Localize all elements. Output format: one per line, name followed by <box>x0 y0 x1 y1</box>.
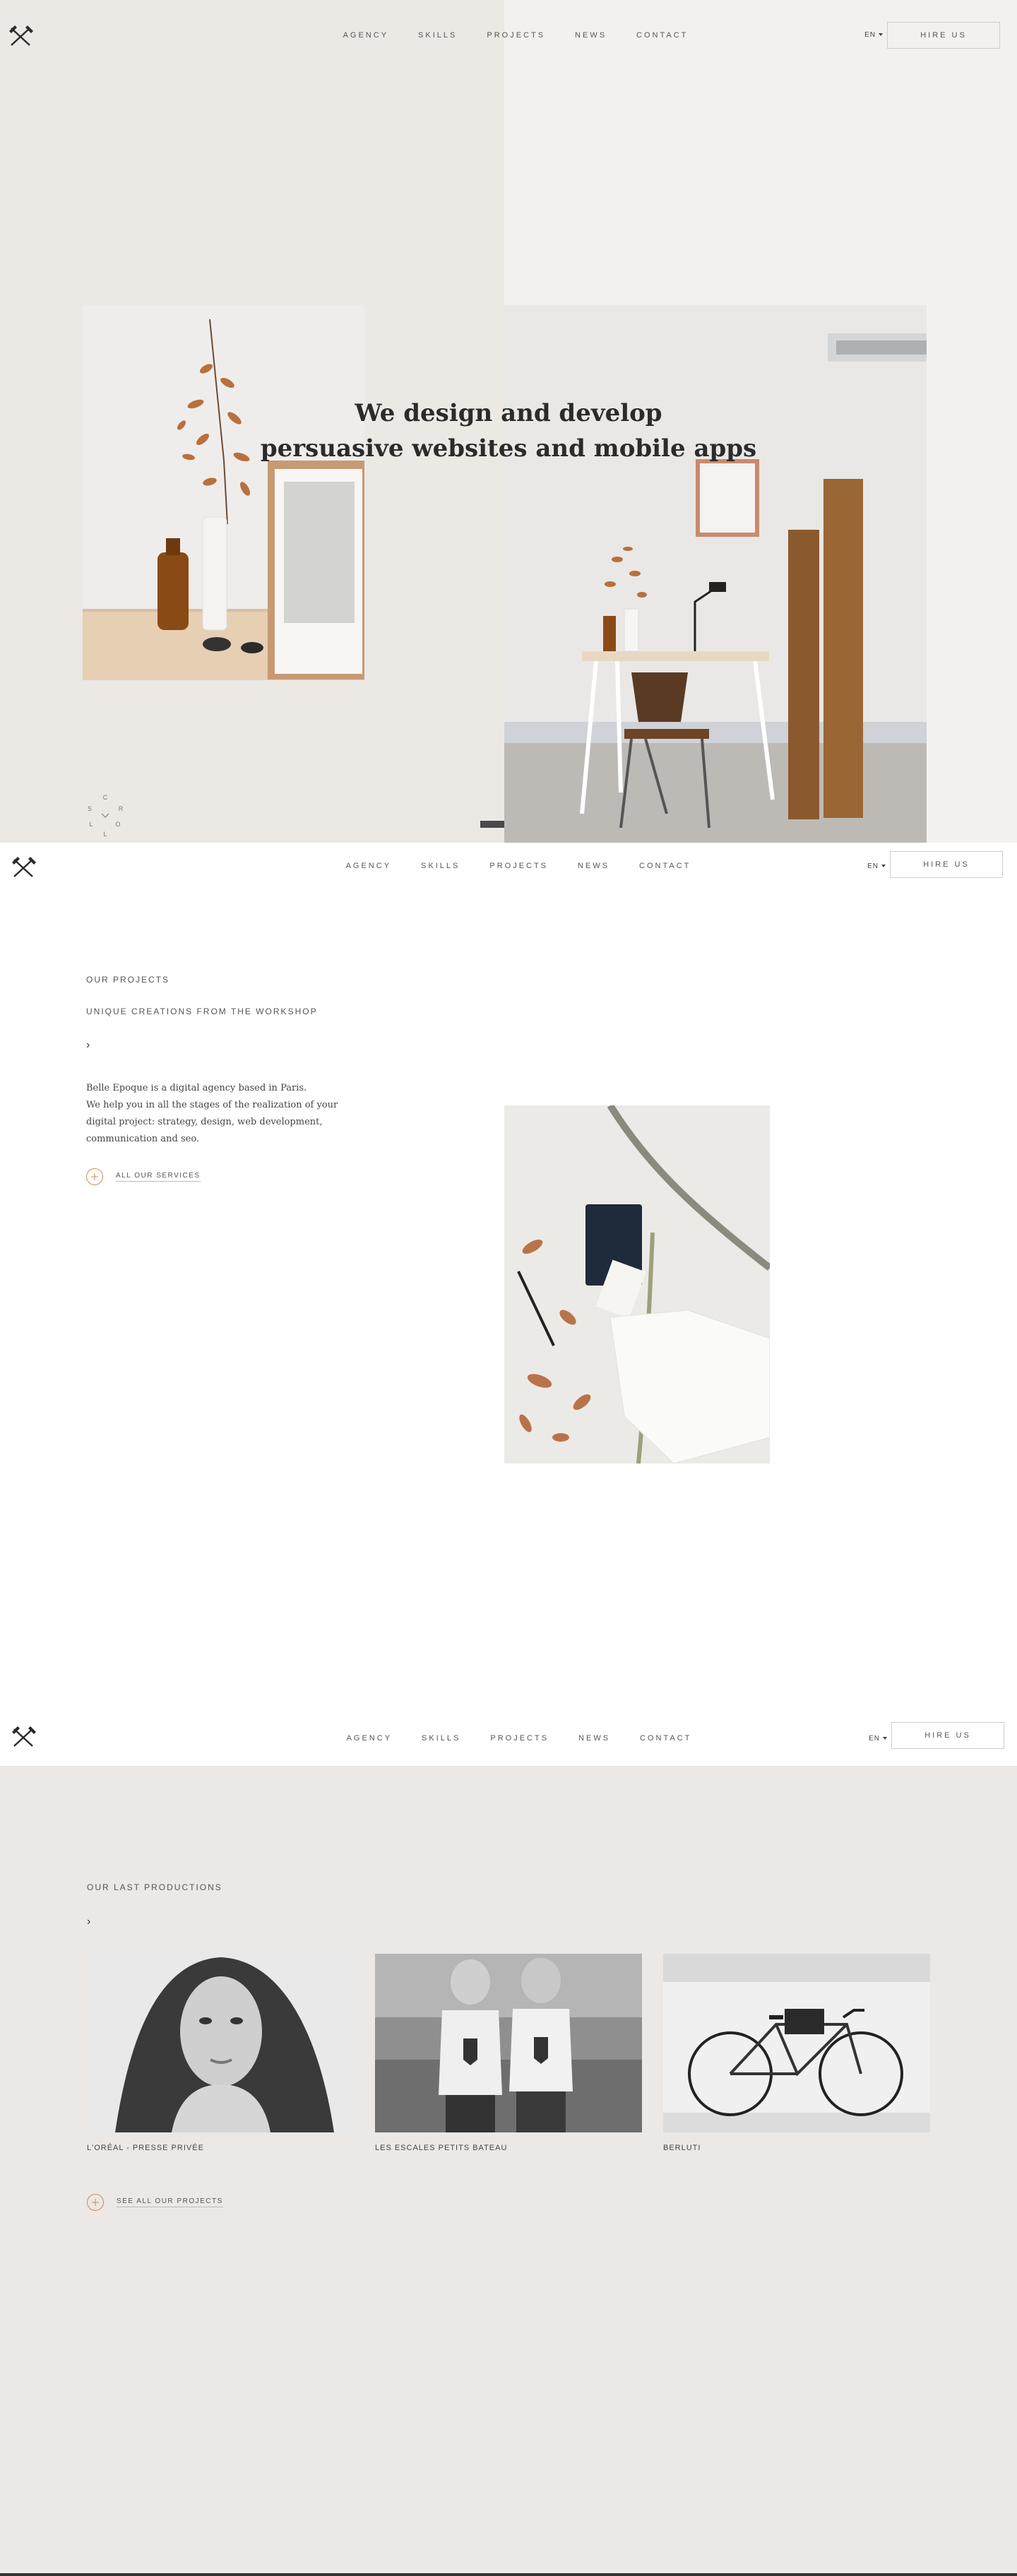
production-card[interactable]: BERLUTI <box>663 1954 930 2152</box>
hero-image-workspace <box>504 305 927 843</box>
menu-skills[interactable]: SKILLS <box>418 31 457 40</box>
menu-skills[interactable]: SKILLS <box>421 862 460 870</box>
production-caption: LES ESCALES PETITS BATEAU <box>375 2144 508 2152</box>
hire-us-button[interactable]: HIRE US <box>890 851 1003 878</box>
menu-projects[interactable]: PROJECTS <box>487 31 545 40</box>
language-selector[interactable]: EN <box>864 31 883 39</box>
all-services-link[interactable]: ALL OUR SERVICES <box>86 1168 201 1185</box>
hire-us-button[interactable]: HIRE US <box>887 22 1000 49</box>
productions-section: AGENCY SKILLS PROJECTS NEWS CONTACT EN H… <box>0 1695 1017 2576</box>
arrow-right-icon: › <box>87 1916 91 1928</box>
production-image-bicycle <box>663 1954 930 2132</box>
see-all-projects-link[interactable]: SEE ALL OUR PROJECTS <box>87 2194 223 2211</box>
chevron-down-icon <box>101 813 109 818</box>
section-subtitle: UNIQUE CREATIONS FROM THE WORKSHOP <box>86 1007 318 1016</box>
main-menu: AGENCY SKILLS PROJECTS NEWS CONTACT <box>0 843 1017 889</box>
production-card[interactable]: L'ORÉAL - PRESSE PRIVÉE <box>87 1954 354 2152</box>
sticky-nav: AGENCY SKILLS PROJECTS NEWS CONTACT EN H… <box>0 843 1017 913</box>
language-selector[interactable]: EN <box>869 1735 887 1743</box>
menu-projects[interactable]: PROJECTS <box>489 862 548 870</box>
scroll-letter: L <box>89 821 93 828</box>
scroll-letter: R <box>119 805 124 812</box>
language-selector[interactable]: EN <box>867 862 886 870</box>
agency-description: Belle Epoque is a digital agency based i… <box>86 1083 338 1144</box>
production-caption: BERLUTI <box>663 2144 701 2152</box>
scroll-indicator[interactable]: C S R O L L <box>85 793 125 839</box>
productions-label: OUR LAST PRODUCTIONS <box>87 1882 222 1892</box>
menu-contact[interactable]: CONTACT <box>640 1734 691 1743</box>
top-nav: AGENCY SKILLS PROJECTS NEWS CONTACT EN H… <box>0 0 1017 71</box>
hire-us-button[interactable]: HIRE US <box>891 1722 1004 1749</box>
project-image-flatlay <box>504 1105 770 1464</box>
production-image-kids <box>375 1954 642 2132</box>
plus-circle-icon <box>86 1168 103 1185</box>
projects-section: AGENCY SKILLS PROJECTS NEWS CONTACT EN H… <box>0 843 1017 1766</box>
hero-section: AGENCY SKILLS PROJECTS NEWS CONTACT EN H… <box>0 0 1017 843</box>
hero-image-still-life <box>83 305 364 680</box>
scroll-letter: S <box>88 805 92 812</box>
scroll-letter: C <box>103 794 108 801</box>
arrow-right-icon: › <box>86 1039 90 1051</box>
sticky-nav: AGENCY SKILLS PROJECTS NEWS CONTACT EN H… <box>0 1695 1017 1766</box>
slide-indicator[interactable] <box>480 821 504 828</box>
hero-title: We design and develop persuasive website… <box>260 399 757 463</box>
menu-agency[interactable]: AGENCY <box>343 31 388 40</box>
section-label: OUR PROJECTS <box>86 975 170 985</box>
main-menu: AGENCY SKILLS PROJECTS NEWS CONTACT <box>0 1714 1017 1763</box>
menu-contact[interactable]: CONTACT <box>639 862 691 870</box>
menu-news[interactable]: NEWS <box>578 1734 610 1743</box>
production-card[interactable]: LES ESCALES PETITS BATEAU <box>375 1954 642 2152</box>
nav-bar: AGENCY SKILLS PROJECTS NEWS CONTACT EN H… <box>0 1695 1017 1766</box>
plus-circle-icon <box>87 2194 104 2211</box>
production-image-portrait <box>87 1954 354 2132</box>
page-bottom-border <box>0 2573 1017 2576</box>
menu-projects[interactable]: PROJECTS <box>490 1734 549 1743</box>
menu-contact[interactable]: CONTACT <box>636 31 688 40</box>
scroll-letter: O <box>115 821 120 828</box>
menu-news[interactable]: NEWS <box>578 862 609 870</box>
menu-skills[interactable]: SKILLS <box>422 1734 460 1743</box>
production-caption: L'ORÉAL - PRESSE PRIVÉE <box>87 2144 204 2152</box>
menu-news[interactable]: NEWS <box>575 31 607 40</box>
scroll-letter: L <box>103 831 107 838</box>
menu-agency[interactable]: AGENCY <box>346 862 391 870</box>
menu-agency[interactable]: AGENCY <box>347 1734 392 1743</box>
